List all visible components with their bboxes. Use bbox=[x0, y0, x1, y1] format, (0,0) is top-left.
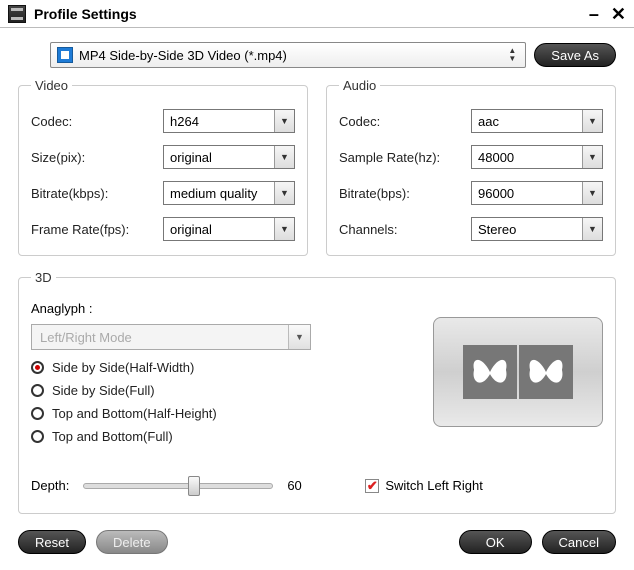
threeD-preview bbox=[433, 317, 603, 427]
chevron-down-icon: ▼ bbox=[274, 182, 294, 204]
anaglyph-select[interactable]: Left/Right Mode ▼ bbox=[31, 324, 311, 350]
slider-thumb[interactable] bbox=[188, 476, 200, 496]
video-codec-value: h264 bbox=[170, 114, 199, 129]
chevron-down-icon: ▼ bbox=[274, 218, 294, 240]
threeD-mode-option-3[interactable]: Top and Bottom(Full) bbox=[31, 429, 393, 444]
chevron-down-icon: ▼ bbox=[274, 110, 294, 132]
checkbox-icon: ✔ bbox=[365, 479, 379, 493]
switch-left-right-checkbox[interactable]: ✔ Switch Left Right bbox=[365, 478, 483, 493]
radio-icon bbox=[31, 407, 44, 420]
threeD-mode-option-1[interactable]: Side by Side(Full) bbox=[31, 383, 393, 398]
audio-channels-select[interactable]: Stereo ▼ bbox=[471, 217, 603, 241]
chevron-down-icon: ▼ bbox=[582, 146, 602, 168]
delete-button[interactable]: Delete bbox=[96, 530, 168, 554]
reset-label: Reset bbox=[35, 535, 69, 550]
threeD-legend: 3D bbox=[31, 270, 56, 285]
threeD-mode-radiogroup: Side by Side(Half-Width) Side by Side(Fu… bbox=[31, 360, 393, 444]
delete-label: Delete bbox=[113, 535, 151, 550]
profile-select[interactable]: MP4 Side-by-Side 3D Video (*.mp4) ▲▼ bbox=[50, 42, 526, 68]
video-size-select[interactable]: original ▼ bbox=[163, 145, 295, 169]
audio-codec-value: aac bbox=[478, 114, 499, 129]
radio-icon bbox=[31, 361, 44, 374]
audio-codec-label: Codec: bbox=[339, 114, 471, 129]
video-codec-select[interactable]: h264 ▼ bbox=[163, 109, 295, 133]
ok-button[interactable]: OK bbox=[459, 530, 532, 554]
cancel-label: Cancel bbox=[559, 535, 599, 550]
radio-icon bbox=[31, 384, 44, 397]
anaglyph-value: Left/Right Mode bbox=[40, 330, 132, 345]
video-group: Video Codec: h264 ▼ Size(pix): original … bbox=[18, 78, 308, 256]
window-title: Profile Settings bbox=[34, 6, 137, 22]
close-button[interactable]: ✕ bbox=[611, 5, 626, 23]
profile-spin-icon: ▲▼ bbox=[505, 43, 519, 67]
chevron-down-icon: ▼ bbox=[274, 146, 294, 168]
depth-slider[interactable] bbox=[83, 483, 273, 489]
chevron-down-icon: ▼ bbox=[288, 325, 310, 349]
audio-samplerate-value: 48000 bbox=[478, 150, 514, 165]
minimize-button[interactable]: – bbox=[589, 5, 599, 23]
depth-value: 60 bbox=[287, 478, 317, 493]
chevron-down-icon: ▼ bbox=[582, 182, 602, 204]
threeD-mode-label: Top and Bottom(Half-Height) bbox=[52, 406, 217, 421]
video-size-label: Size(pix): bbox=[31, 150, 163, 165]
audio-samplerate-label: Sample Rate(hz): bbox=[339, 150, 471, 165]
audio-legend: Audio bbox=[339, 78, 380, 93]
threeD-mode-option-0[interactable]: Side by Side(Half-Width) bbox=[31, 360, 393, 375]
threeD-mode-label: Side by Side(Half-Width) bbox=[52, 360, 194, 375]
audio-samplerate-select[interactable]: 48000 ▼ bbox=[471, 145, 603, 169]
video-framerate-label: Frame Rate(fps): bbox=[31, 222, 163, 237]
threeD-mode-label: Top and Bottom(Full) bbox=[52, 429, 173, 444]
save-as-button[interactable]: Save As bbox=[534, 43, 616, 67]
mp4-icon bbox=[57, 47, 73, 63]
profile-select-value: MP4 Side-by-Side 3D Video (*.mp4) bbox=[79, 48, 287, 63]
video-size-value: original bbox=[170, 150, 212, 165]
audio-bitrate-select[interactable]: 96000 ▼ bbox=[471, 181, 603, 205]
video-codec-label: Codec: bbox=[31, 114, 163, 129]
radio-icon bbox=[31, 430, 44, 443]
video-legend: Video bbox=[31, 78, 72, 93]
video-framerate-select[interactable]: original ▼ bbox=[163, 217, 295, 241]
audio-bitrate-label: Bitrate(bps): bbox=[339, 186, 471, 201]
switch-label: Switch Left Right bbox=[385, 478, 483, 493]
ok-label: OK bbox=[486, 535, 505, 550]
video-bitrate-select[interactable]: medium quality ▼ bbox=[163, 181, 295, 205]
video-bitrate-value: medium quality bbox=[170, 186, 257, 201]
save-as-label: Save As bbox=[551, 48, 599, 63]
audio-codec-select[interactable]: aac ▼ bbox=[471, 109, 603, 133]
threeD-mode-option-2[interactable]: Top and Bottom(Half-Height) bbox=[31, 406, 393, 421]
audio-bitrate-value: 96000 bbox=[478, 186, 514, 201]
audio-channels-value: Stereo bbox=[478, 222, 516, 237]
butterfly-left-icon bbox=[463, 345, 517, 399]
title-bar: Profile Settings – ✕ bbox=[0, 0, 634, 28]
threeD-mode-label: Side by Side(Full) bbox=[52, 383, 155, 398]
video-bitrate-label: Bitrate(kbps): bbox=[31, 186, 163, 201]
threeD-group: 3D Anaglyph : Left/Right Mode ▼ Side by … bbox=[18, 270, 616, 514]
cancel-button[interactable]: Cancel bbox=[542, 530, 616, 554]
chevron-down-icon: ▼ bbox=[582, 110, 602, 132]
butterfly-right-icon bbox=[519, 345, 573, 399]
chevron-down-icon: ▼ bbox=[582, 218, 602, 240]
audio-channels-label: Channels: bbox=[339, 222, 471, 237]
video-framerate-value: original bbox=[170, 222, 212, 237]
audio-group: Audio Codec: aac ▼ Sample Rate(hz): 4800… bbox=[326, 78, 616, 256]
anaglyph-label: Anaglyph : bbox=[31, 301, 393, 316]
app-icon bbox=[8, 5, 26, 23]
depth-label: Depth: bbox=[31, 478, 69, 493]
reset-button[interactable]: Reset bbox=[18, 530, 86, 554]
